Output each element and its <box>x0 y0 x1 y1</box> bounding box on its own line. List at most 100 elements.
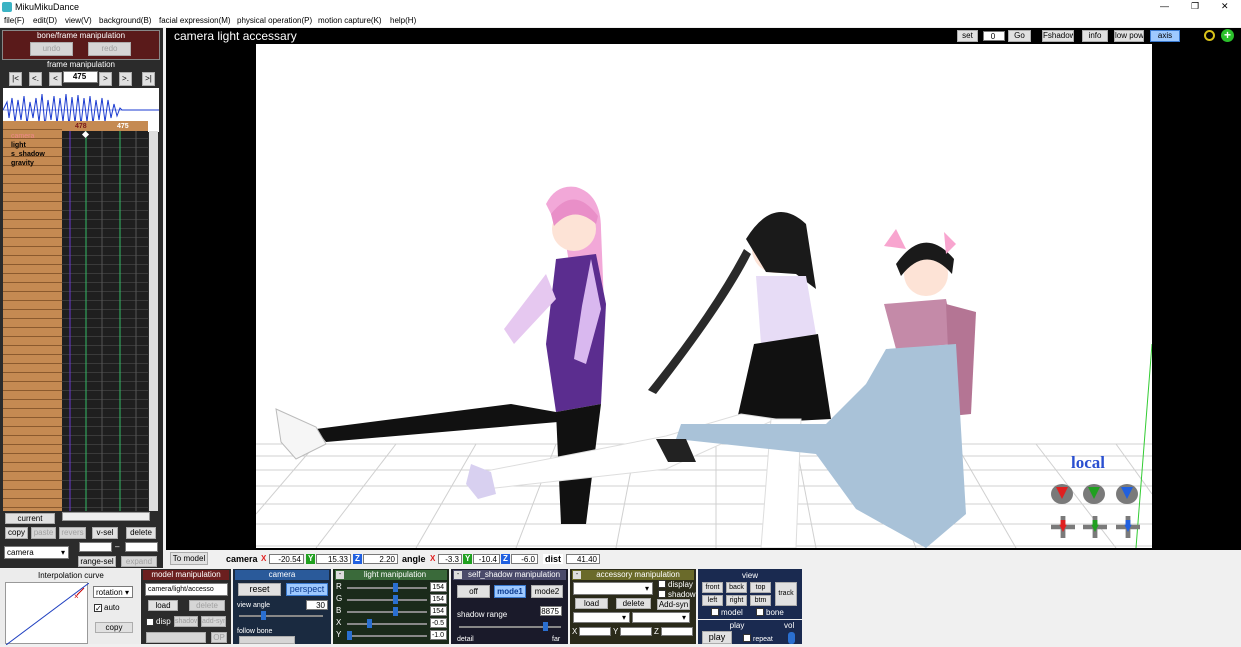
model-add-syn-button[interactable]: add-syn <box>201 616 226 627</box>
to-model-button[interactable]: To model <box>170 552 208 565</box>
angle-x-field[interactable]: -3.3 <box>438 554 462 564</box>
light-x-field[interactable]: -0.5 <box>430 618 447 628</box>
first-frame-button[interactable]: |< <box>9 72 22 86</box>
accessory-x-field[interactable] <box>579 627 611 636</box>
prev-frame-button[interactable]: < <box>49 72 62 86</box>
accessory-delete-button[interactable]: delete <box>616 598 651 609</box>
set-frame-field[interactable]: 0 <box>983 31 1005 41</box>
close-button[interactable]: ✕ <box>1221 1 1229 11</box>
view-front-button[interactable]: front <box>702 582 723 593</box>
accessory-select[interactable]: ▾ <box>573 582 653 595</box>
view-track-button[interactable]: track <box>775 582 797 606</box>
perspect-button[interactable]: perspect <box>286 583 328 596</box>
current-button[interactable]: current <box>5 513 55 524</box>
go-button[interactable]: Go <box>1008 30 1031 42</box>
light-g-field[interactable]: 154 <box>430 594 447 604</box>
accessory-z-field[interactable] <box>661 627 693 636</box>
last-frame-button[interactable]: >| <box>142 72 155 86</box>
frame-number-field[interactable]: 475 <box>63 71 98 83</box>
set-button[interactable]: set <box>957 30 978 42</box>
view-top-button[interactable]: top <box>750 582 771 593</box>
accessory-collapse-icon[interactable]: - <box>573 571 581 579</box>
track-gravity[interactable]: gravity <box>11 159 34 169</box>
follow-bone-select[interactable] <box>239 636 295 644</box>
delete-button[interactable]: delete <box>126 527 156 539</box>
view-btm-button[interactable]: btm <box>750 595 771 606</box>
menu-motion-capture[interactable]: motion capture(K) <box>318 16 382 26</box>
model-target-select[interactable]: camera/light/accesso <box>145 583 228 596</box>
angle-y-field[interactable]: -10.4 <box>473 554 500 564</box>
camera-y-field[interactable]: 15.33 <box>316 554 351 564</box>
view-bone-checkbox[interactable]: bone <box>756 608 784 618</box>
menu-background[interactable]: background(B) <box>99 16 151 26</box>
dist-field[interactable]: 41.40 <box>566 554 600 564</box>
next-frame-button[interactable]: > <box>99 72 112 86</box>
revers-button[interactable]: revers <box>59 527 86 539</box>
axis-y-rotate-icon[interactable] <box>1083 484 1105 504</box>
menu-edit[interactable]: edit(D) <box>33 16 57 26</box>
play-button[interactable]: play <box>702 631 732 644</box>
view-model-checkbox[interactable]: model <box>711 608 743 618</box>
model-op-button[interactable]: OP <box>211 632 227 643</box>
fshadow-button[interactable]: Fshadow <box>1042 30 1074 42</box>
shadow-off-button[interactable]: off <box>457 585 490 598</box>
restore-button[interactable]: ❐ <box>1191 1 1199 11</box>
copy-button[interactable]: copy <box>5 527 28 539</box>
auto-checkbox[interactable]: auto <box>94 603 120 613</box>
timeline-hscrollbar[interactable] <box>62 512 150 521</box>
accessory-bone-select[interactable]: ▾ <box>573 612 630 623</box>
menu-physical-operation[interactable]: physical operation(P) <box>237 16 312 26</box>
model-delete-button[interactable]: delete <box>189 600 225 611</box>
accessory-sub-select[interactable]: ▾ <box>632 612 690 623</box>
prev-key-button[interactable]: <. <box>29 72 42 86</box>
view-back-button[interactable]: back <box>726 582 747 593</box>
disp-checkbox[interactable]: disp <box>146 617 171 627</box>
axis-button[interactable]: axis <box>1150 30 1180 42</box>
paste-button[interactable]: paste <box>31 527 56 539</box>
shadow-mode2-button[interactable]: mode2 <box>531 585 563 598</box>
accessory-load-button[interactable]: load <box>575 598 608 609</box>
zoom-icon[interactable] <box>1204 30 1215 41</box>
range-end-field[interactable] <box>125 542 158 552</box>
light-b-field[interactable]: 154 <box>430 606 447 616</box>
view-left-button[interactable]: left <box>702 595 723 606</box>
render-canvas[interactable]: local <box>256 44 1152 548</box>
axis-z-rotate-icon[interactable] <box>1116 484 1138 504</box>
menu-view[interactable]: view(V) <box>65 16 92 26</box>
light-g-slider[interactable] <box>347 595 427 604</box>
interpolation-curve-graph[interactable]: × <box>5 582 90 646</box>
timeline-vscrollbar[interactable] <box>149 131 158 511</box>
shadow-range-field[interactable]: 8875 <box>540 606 562 616</box>
camera-reset-button[interactable]: reset <box>238 583 281 596</box>
camera-z-field[interactable]: 2.20 <box>363 554 398 564</box>
minimize-button[interactable]: — <box>1160 1 1169 11</box>
v-sel-button[interactable]: v-sel <box>92 527 118 539</box>
accessory-y-field[interactable] <box>620 627 652 636</box>
model-load-button[interactable]: load <box>148 600 178 611</box>
menu-help[interactable]: help(H) <box>390 16 416 26</box>
info-button[interactable]: info <box>1082 30 1108 42</box>
view-angle-field[interactable]: 30 <box>306 600 328 610</box>
repeat-checkbox[interactable]: repeat <box>743 634 773 645</box>
view-right-button[interactable]: right <box>726 595 747 606</box>
menu-facial-expression[interactable]: facial expression(M) <box>159 16 231 26</box>
interp-mode-select[interactable]: rotation ▾ <box>93 586 133 598</box>
redo-button[interactable]: redo <box>88 42 131 56</box>
camera-x-field[interactable]: -20.54 <box>269 554 304 564</box>
target-select[interactable]: camera ▾ <box>4 546 69 559</box>
move-icon[interactable]: + <box>1221 29 1234 42</box>
light-y-slider[interactable] <box>347 631 427 640</box>
low-pow-button[interactable]: low pow <box>1114 30 1144 42</box>
undo-button[interactable]: undo <box>30 42 73 56</box>
light-r-field[interactable]: 154 <box>430 582 447 592</box>
light-collapse-icon[interactable]: - <box>336 571 344 579</box>
model-shadow-button[interactable]: shadow <box>174 616 198 627</box>
light-y-field[interactable]: -1.0 <box>430 630 447 640</box>
interp-copy-button[interactable]: copy <box>95 622 133 633</box>
angle-z-field[interactable]: -6.0 <box>511 554 538 564</box>
axis-x-rotate-icon[interactable] <box>1051 484 1073 504</box>
model-bone-select[interactable] <box>146 632 206 643</box>
accessory-add-syn-button[interactable]: Add-syn <box>657 599 690 610</box>
range-start-field[interactable] <box>79 542 112 552</box>
shadow-range-slider[interactable] <box>459 622 561 631</box>
